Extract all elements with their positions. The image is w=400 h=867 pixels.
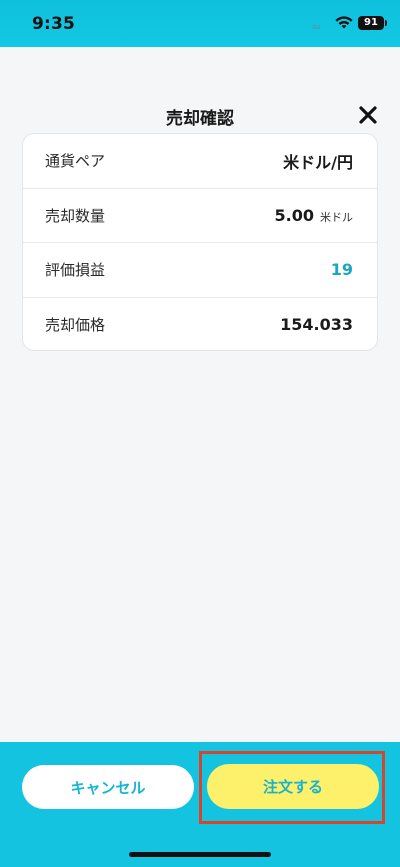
battery-icon: 91 bbox=[358, 16, 384, 30]
cancel-button[interactable]: キャンセル bbox=[22, 765, 194, 809]
quantity-number: 5.00 bbox=[274, 205, 314, 225]
detail-row-profit-loss: 評価損益 19 bbox=[23, 243, 377, 298]
row-label: 評価損益 bbox=[45, 261, 106, 280]
row-label: 売却数量 bbox=[45, 206, 106, 225]
order-details-card: 通貨ペア 米ドル/円 売却数量 5.00 米ドル 評価損益 19 売却価格 154… bbox=[22, 133, 378, 351]
detail-row-sell-quantity: 売却数量 5.00 米ドル bbox=[23, 189, 377, 243]
row-label: 通貨ペア bbox=[45, 152, 106, 171]
close-icon[interactable] bbox=[355, 102, 381, 128]
sell-confirm-screen: 9:35 au 91 売却確認 通貨ペア 米ドル/円 売却数量 5.00 米ドル … bbox=[0, 0, 400, 867]
place-order-button[interactable]: 注文する bbox=[207, 764, 379, 809]
quantity-unit: 米ドル bbox=[320, 210, 353, 224]
profit-loss-value: 19 bbox=[330, 260, 353, 280]
sell-quantity-value: 5.00 米ドル bbox=[275, 206, 353, 225]
sell-price-value: 154.033 bbox=[280, 315, 353, 335]
detail-row-sell-price: 売却価格 154.033 bbox=[23, 298, 377, 353]
status-time: 9:35 bbox=[32, 14, 76, 34]
currency-pair-value: 米ドル/円 bbox=[283, 152, 353, 172]
battery-tip bbox=[385, 20, 387, 26]
carrier-label: au bbox=[312, 23, 321, 31]
status-bar: 9:35 au 91 bbox=[0, 0, 400, 47]
wifi-icon bbox=[335, 16, 353, 29]
row-label: 売却価格 bbox=[45, 316, 106, 335]
home-indicator bbox=[129, 852, 271, 857]
modal-title: 売却確認 bbox=[166, 109, 234, 129]
detail-row-currency-pair: 通貨ペア 米ドル/円 bbox=[23, 134, 377, 189]
